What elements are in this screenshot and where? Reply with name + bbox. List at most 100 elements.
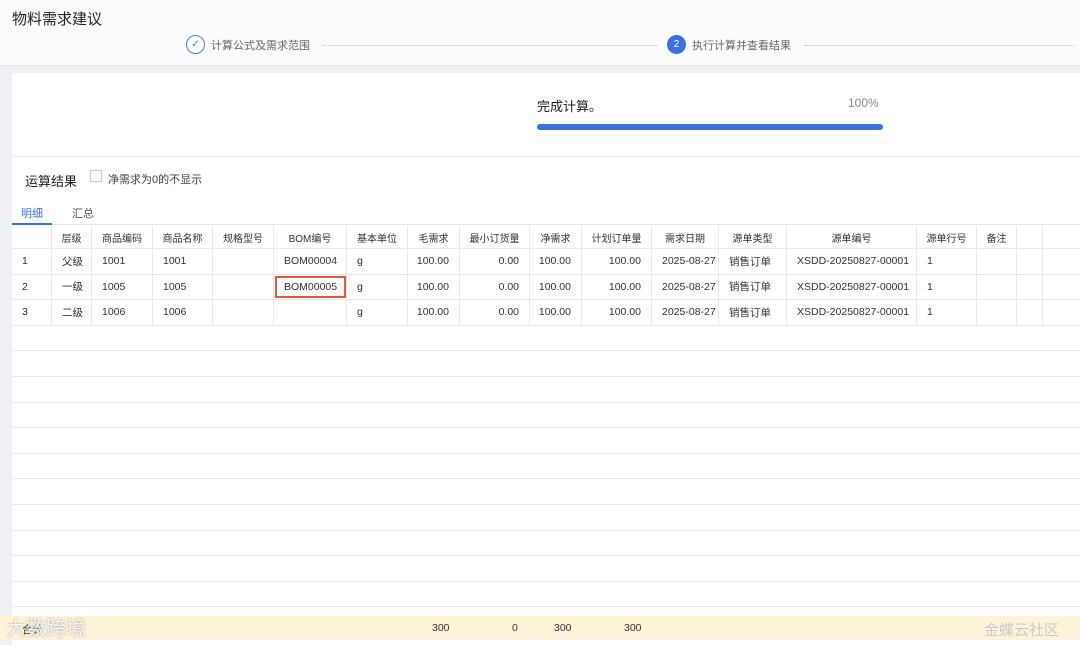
- column-header[interactable]: 源单编号: [787, 226, 917, 248]
- result-table: 层级 商品编码 商品名称 规格型号 BOM编号 基本单位 毛需求 最小订货量 净需求 计划订单量需…: [12, 226, 1080, 608]
- table-cell: [977, 300, 1017, 325]
- column-header[interactable]: 源单行号: [917, 226, 977, 248]
- table-fill-cell: [1043, 275, 1080, 300]
- table-cell: 1: [917, 274, 977, 300]
- table-cell: 1: [12, 249, 52, 274]
- tab-active-indicator: [12, 223, 52, 225]
- column-header[interactable]: 层级: [52, 226, 92, 248]
- table-cell: [977, 249, 1017, 274]
- table-cell: [213, 274, 274, 300]
- totals-min-order: 0: [512, 622, 518, 634]
- empty-table-row: [12, 454, 1080, 480]
- table-cell: XSDD-20250827-00001: [787, 300, 917, 325]
- table-fill-cell: [1043, 226, 1080, 248]
- column-header[interactable]: BOM编号: [274, 226, 347, 248]
- progress-status: 完成计算。: [537, 99, 603, 114]
- column-header[interactable]: 计划订单量: [582, 226, 652, 248]
- table-cell: 0.00: [460, 274, 530, 300]
- table-cell: [274, 300, 347, 325]
- table-row[interactable]: 1 父级 1001 1001 BOM00004 g 100.00 0.00 100.00 100.…: [12, 249, 1080, 275]
- column-header[interactable]: [12, 226, 52, 248]
- table-cell: 销售订单: [719, 300, 787, 325]
- table-cell: 销售订单: [719, 274, 787, 300]
- table-cell: [213, 249, 274, 274]
- watermark-right: 金蝶云社区: [984, 622, 1060, 639]
- column-header[interactable]: 商品名称: [153, 226, 213, 248]
- table-cell: XSDD-20250827-00001: [787, 274, 917, 300]
- table-cell: 100.00: [530, 300, 582, 325]
- column-header[interactable]: 备注: [977, 226, 1017, 248]
- totals-gross: 300: [432, 622, 450, 634]
- hide-zero-label[interactable]: 净需求为0的不显示: [108, 171, 202, 187]
- table-cell: 2025-08-27: [652, 274, 719, 300]
- top-bar: 物料需求建议 ✓ 计算公式及需求范围 2 执行计算并查看结果: [0, 0, 1080, 66]
- hide-zero-checkbox[interactable]: [90, 170, 102, 182]
- table-row[interactable]: 2 一级 1005 1005 BOM00005 g 100.00 0.00 100.00 100.…: [12, 274, 1080, 301]
- table-cell: 100.00: [582, 300, 652, 325]
- table-cell: 1001: [153, 249, 213, 274]
- table-cell: 100.00: [408, 249, 460, 274]
- table-row[interactable]: 3 二级 1006 1006 g 100.00 0.00 100.00 100.00 2025-0…: [12, 300, 1080, 326]
- empty-table-row: [12, 326, 1080, 352]
- table-spacer-cell: [1017, 300, 1043, 325]
- column-header[interactable]: 源单类型: [719, 226, 787, 248]
- step-2[interactable]: 2 执行计算并查看结果: [667, 35, 791, 54]
- empty-table-row: [12, 351, 1080, 377]
- table-cell: 1001: [92, 249, 153, 274]
- table-cell: 1005: [153, 274, 213, 300]
- step-connector: [322, 45, 657, 46]
- results-title: 运算结果: [25, 174, 78, 189]
- table-cell: 1006: [92, 300, 153, 325]
- table-spacer-cell: [1017, 274, 1043, 300]
- table-fill-cell: [1043, 300, 1080, 325]
- table-cell: 100.00: [530, 249, 582, 274]
- column-header[interactable]: 净需求: [530, 226, 582, 248]
- table-cell: 100.00: [530, 274, 582, 300]
- table-cell: [213, 300, 274, 325]
- column-header[interactable]: 商品编码: [92, 226, 153, 248]
- step-1[interactable]: ✓ 计算公式及需求范围: [186, 35, 310, 54]
- table-cell: 2025-08-27: [652, 300, 719, 325]
- table-cell: 2: [12, 274, 52, 300]
- table-cell: 1: [917, 300, 977, 325]
- totals-planned: 300: [624, 622, 642, 634]
- column-header[interactable]: 需求日期: [652, 226, 719, 248]
- table-cell: 1005: [92, 274, 153, 300]
- table-cell: 100.00: [408, 300, 460, 325]
- table-cell: g: [347, 274, 408, 300]
- empty-table-row: [12, 505, 1080, 531]
- table-cell: 100.00: [582, 274, 652, 300]
- step-1-label: 计算公式及需求范围: [211, 39, 310, 52]
- table-cell: g: [347, 249, 408, 274]
- step-2-number: 2: [667, 35, 686, 54]
- table-cell: 100.00: [582, 249, 652, 274]
- table-cell: 销售订单: [719, 249, 787, 274]
- progress-bar: [537, 124, 883, 130]
- table-cell: 0.00: [460, 249, 530, 274]
- table-header-row: 层级 商品编码 商品名称 规格型号 BOM编号 基本单位 毛需求 最小订货量 净需求 计划订单量需…: [12, 226, 1080, 249]
- column-header[interactable]: 规格型号: [213, 226, 274, 248]
- column-header[interactable]: 基本单位: [347, 226, 408, 248]
- column-header[interactable]: 最小订货量: [460, 226, 530, 248]
- table-cell: g: [347, 300, 408, 325]
- tab-bar: 明细 汇总: [12, 203, 1080, 225]
- table-cell: 0.00: [460, 300, 530, 325]
- progress-percent: 100%: [848, 96, 879, 110]
- step-connector-trailing: [804, 45, 1074, 46]
- empty-table-row: [12, 403, 1080, 429]
- table-cell: BOM00005: [274, 274, 347, 300]
- tab-summary[interactable]: 汇总: [72, 205, 94, 221]
- table-spacer-cell: [1017, 226, 1043, 248]
- tab-detail[interactable]: 明细: [21, 205, 43, 221]
- table-cell: 100.00: [408, 274, 460, 300]
- empty-table-row: [12, 428, 1080, 454]
- table-cell: 父级: [52, 249, 92, 274]
- table-cell: 2025-08-27: [652, 249, 719, 274]
- watermark-left: 大数跨境: [6, 616, 86, 640]
- empty-table-row: [12, 531, 1080, 557]
- column-header[interactable]: 毛需求: [408, 226, 460, 248]
- totals-net: 300: [554, 622, 572, 634]
- table-fill-cell: [1043, 249, 1080, 274]
- empty-table-row: [12, 556, 1080, 582]
- totals-bar: 合计 300 0 300 300: [0, 616, 1080, 640]
